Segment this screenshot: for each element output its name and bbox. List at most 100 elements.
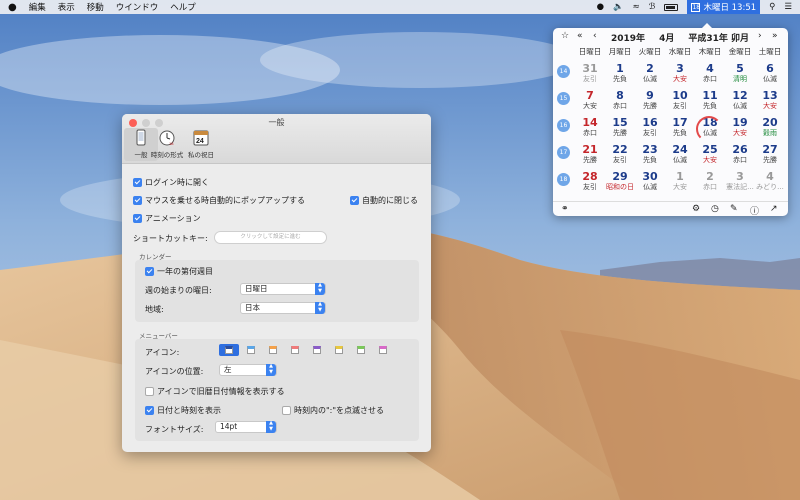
calendar-day-cell[interactable]: 12 仏滅 bbox=[725, 90, 755, 111]
animation-check[interactable] bbox=[133, 214, 142, 223]
prev-month-icon[interactable]: ‹ bbox=[593, 31, 597, 41]
calendar-day-cell[interactable]: 3 大安 bbox=[665, 63, 695, 84]
calendar-day-cell[interactable]: 23 先負 bbox=[635, 144, 665, 165]
calendar-day-cell[interactable]: 2 仏滅 bbox=[635, 63, 665, 84]
calendar-day-cell[interactable]: 31 友引 bbox=[575, 63, 605, 84]
calendar-day-cell[interactable]: 3 憲法記... bbox=[725, 171, 755, 192]
datetime-check[interactable] bbox=[145, 406, 154, 415]
autoclose-checkbox[interactable]: 自動的に閉じる bbox=[350, 195, 418, 206]
next-month-icon[interactable]: › bbox=[758, 31, 762, 41]
day-number: 26 bbox=[732, 143, 748, 156]
calendar-day-cell[interactable]: 28 友引 bbox=[575, 171, 605, 192]
next-year-icon[interactable]: » bbox=[772, 31, 778, 41]
record-dot-icon[interactable]: ● bbox=[597, 2, 604, 12]
region-select[interactable]: 日本 ▲ ▼ bbox=[240, 301, 326, 314]
calendar-day-cell[interactable]: 2 赤口 bbox=[695, 171, 725, 192]
clock-icon[interactable]: ◷ bbox=[711, 204, 719, 214]
calendar-day-cell[interactable]: 24 仏滅 bbox=[665, 144, 695, 165]
icon-style-option[interactable] bbox=[241, 344, 261, 356]
calendar-day-cell[interactable]: 9 先勝 bbox=[635, 90, 665, 111]
fontsize-select[interactable]: 14pt ▲ ▼ bbox=[215, 420, 277, 433]
calendar-day-cell[interactable]: 10 友引 bbox=[665, 90, 695, 111]
day-number: 1 bbox=[616, 62, 624, 75]
animation-checkbox[interactable]: アニメーション bbox=[133, 213, 201, 224]
day-number: 6 bbox=[766, 62, 774, 75]
day-number: 9 bbox=[646, 89, 654, 102]
calendar-day-cell[interactable]: 16 友引 bbox=[635, 117, 665, 138]
calendar-day-cell[interactable]: 1 先負 bbox=[605, 63, 635, 84]
blink-checkbox[interactable]: 時刻内の":"を点滅させる bbox=[282, 405, 384, 416]
bluetooth-icon[interactable]: ℬ bbox=[649, 2, 656, 12]
calendar-day-cell[interactable]: 8 赤口 bbox=[605, 90, 635, 111]
calendar-day-cell[interactable]: 17 先負 bbox=[665, 117, 695, 138]
calendar-day-cell[interactable]: 13 大安 bbox=[755, 90, 785, 111]
week-number: 14 bbox=[557, 65, 570, 78]
oldcal-checkbox[interactable]: アイコンで旧暦日付情報を表示する bbox=[145, 386, 285, 397]
login-checkbox[interactable]: ログイン時に開く bbox=[133, 177, 209, 188]
datetime-checkbox[interactable]: 日付と時刻を表示 bbox=[145, 405, 221, 416]
weekday-mon: 月曜日 bbox=[608, 47, 632, 56]
hover-popup-checkbox[interactable]: マウスを乗せる時自動的にポップアップする bbox=[133, 195, 305, 206]
icon-style-option[interactable] bbox=[351, 344, 371, 356]
weekno-checkbox[interactable]: 一年の第何週目 bbox=[145, 266, 213, 277]
icon-style-option[interactable] bbox=[329, 344, 349, 356]
calendar-day-cell[interactable]: 26 赤口 bbox=[725, 144, 755, 165]
menu-help[interactable]: ヘルプ bbox=[170, 1, 196, 13]
calendar-day-cell[interactable]: 27 先勝 bbox=[755, 144, 785, 165]
apple-icon[interactable]: ● bbox=[8, 2, 17, 13]
calendar-day-cell[interactable]: 14 赤口 bbox=[575, 117, 605, 138]
menu-window[interactable]: ウインドウ bbox=[116, 1, 159, 13]
oldcal-check[interactable] bbox=[145, 387, 154, 396]
calendar-day-cell[interactable]: 5 清明 bbox=[725, 63, 755, 84]
pencil-icon[interactable]: ✎ bbox=[730, 204, 738, 214]
blink-check[interactable] bbox=[282, 406, 291, 415]
weekno-check[interactable] bbox=[145, 267, 154, 276]
calendar-day-cell[interactable]: 25 大安 bbox=[695, 144, 725, 165]
hover-popup-check[interactable] bbox=[133, 196, 142, 205]
autoclose-check[interactable] bbox=[350, 196, 359, 205]
calendar-day-cell[interactable]: 20 穀雨 bbox=[755, 117, 785, 138]
battery-icon[interactable] bbox=[664, 3, 679, 11]
tab-time-format[interactable]: 18 時刻の形式 bbox=[150, 129, 184, 159]
rokuyo-label: 先負 bbox=[703, 102, 717, 110]
calendar-day-cell[interactable]: 4 赤口 bbox=[695, 63, 725, 84]
menu-go[interactable]: 移動 bbox=[87, 1, 104, 13]
gear-icon[interactable]: ⚙ bbox=[692, 204, 700, 214]
wifi-icon[interactable]: ≈ bbox=[633, 2, 640, 12]
calendar-day-cell[interactable]: 11 先負 bbox=[695, 90, 725, 111]
iconpos-select[interactable]: 左 ▲ ▼ bbox=[219, 363, 277, 376]
calendar-day-cell[interactable]: 22 友引 bbox=[605, 144, 635, 165]
calendar-day-cell[interactable]: 30 仏滅 bbox=[635, 171, 665, 192]
icon-style-option[interactable] bbox=[373, 344, 393, 356]
day-number: 17 bbox=[672, 116, 688, 129]
calendar-day-cell[interactable]: 15 先勝 bbox=[605, 117, 635, 138]
notification-center-icon[interactable]: ☰ bbox=[784, 2, 792, 12]
icon-style-option[interactable] bbox=[263, 344, 283, 356]
search-icon[interactable]: ⚲ bbox=[769, 2, 775, 12]
calendar-day-cell[interactable]: 21 先勝 bbox=[575, 144, 605, 165]
tab-my-holidays-label: 私の祝日 bbox=[188, 151, 214, 159]
icon-style-option[interactable] bbox=[285, 344, 305, 356]
calendar-day-cell[interactable]: 1 大安 bbox=[665, 171, 695, 192]
tab-my-holidays[interactable]: 24 私の祝日 bbox=[184, 129, 218, 159]
menu-edit[interactable]: 編集 bbox=[29, 1, 46, 13]
shortcut-field[interactable]: クリックして設定に進む bbox=[214, 231, 327, 244]
icon-style-option[interactable] bbox=[219, 344, 239, 356]
calendar-style-icon bbox=[379, 346, 387, 354]
menubar-calendar-clock[interactable]: 18 木曜日 13:51 bbox=[687, 0, 761, 14]
prev-year-icon[interactable]: « bbox=[577, 31, 583, 41]
calendar-day-cell[interactable]: 6 仏滅 bbox=[755, 63, 785, 84]
star-icon[interactable]: ☆ bbox=[561, 31, 569, 41]
share-icon[interactable]: ↗ bbox=[770, 204, 778, 214]
link-icon[interactable]: ⚭ bbox=[561, 204, 569, 214]
info-icon[interactable]: ⓘ bbox=[750, 204, 759, 217]
volume-icon[interactable]: 🔈 bbox=[613, 2, 624, 12]
calendar-day-cell[interactable]: 7 大安 bbox=[575, 90, 605, 111]
login-check[interactable] bbox=[133, 178, 142, 187]
weekstart-select[interactable]: 日曜日 ▲ ▼ bbox=[240, 282, 326, 295]
menu-view[interactable]: 表示 bbox=[58, 1, 75, 13]
icon-style-option[interactable] bbox=[307, 344, 327, 356]
calendar-day-cell[interactable]: 19 大安 bbox=[725, 117, 755, 138]
calendar-day-cell[interactable]: 4 みどり... bbox=[755, 171, 785, 192]
calendar-day-cell[interactable]: 29 昭和の日 bbox=[605, 171, 635, 192]
